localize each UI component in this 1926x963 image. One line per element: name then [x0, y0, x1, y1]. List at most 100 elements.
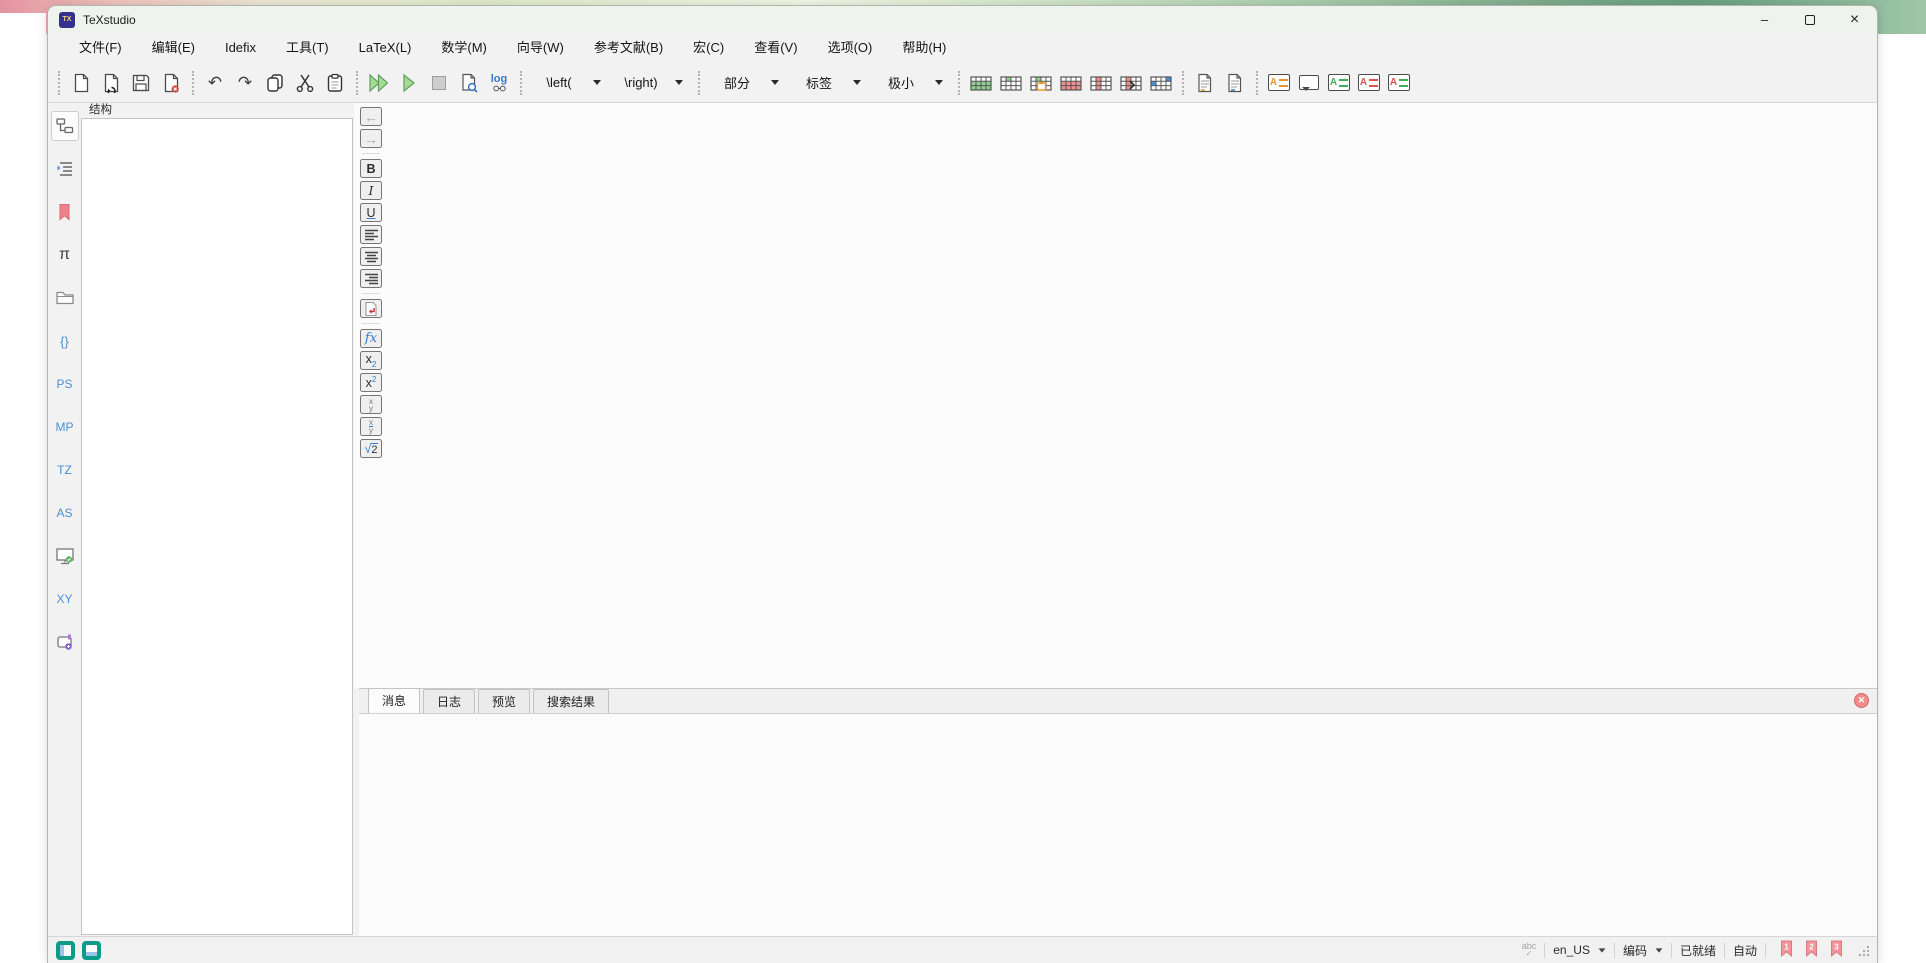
view-button[interactable] — [394, 68, 424, 98]
app-icon: TX — [59, 12, 75, 28]
sidebar-item-metapost[interactable]: MP — [51, 412, 79, 442]
right-delimiter-combo[interactable]: \right) — [610, 70, 692, 95]
sqrt-button[interactable]: √2 — [360, 439, 382, 458]
undo-button[interactable]: ↶ — [200, 68, 230, 98]
bookmark-1-button[interactable]: 1 — [1780, 940, 1793, 960]
spellcheck-toggle[interactable]: abc✓ — [1522, 942, 1537, 958]
new-file-button[interactable] — [66, 68, 96, 98]
editor-area[interactable] — [354, 103, 1877, 688]
math-mode-button[interactable]: fx — [360, 329, 382, 348]
cut-table-column-button[interactable] — [1116, 68, 1146, 98]
bold-button[interactable]: B — [360, 159, 382, 178]
annotate-todo-button[interactable]: A — [1264, 68, 1294, 98]
remove-table-row-button[interactable] — [1056, 68, 1086, 98]
sidebar-item-tikz-editor[interactable] — [51, 627, 79, 657]
maximize-button[interactable] — [1787, 6, 1832, 33]
close-file-icon — [161, 73, 181, 93]
structure-panel[interactable] — [81, 118, 353, 935]
reformat-document-button[interactable] — [1190, 68, 1220, 98]
align-center-button[interactable] — [360, 247, 382, 266]
todo-note-icon: A — [1268, 74, 1290, 91]
menu-item-math[interactable]: 数学(M) — [426, 33, 502, 63]
label-combo[interactable]: 标签 — [788, 70, 870, 95]
close-file-button[interactable] — [156, 68, 186, 98]
cut-button[interactable] — [290, 68, 320, 98]
paste-table-column-button[interactable] — [1026, 68, 1056, 98]
dfrac-button[interactable]: xy — [360, 417, 382, 436]
accept-change-button[interactable]: A — [1324, 68, 1354, 98]
underline-button[interactable]: U — [360, 203, 382, 222]
previous-section-button[interactable]: ← — [360, 107, 382, 126]
insert-newline-button[interactable] — [360, 299, 382, 318]
sidebar-item-brackets[interactable]: {} — [51, 326, 79, 356]
sidebar-item-toc[interactable] — [51, 154, 79, 184]
sidebar-item-asymptote[interactable]: AS — [51, 498, 79, 528]
reformat-selection-button[interactable] — [1220, 68, 1250, 98]
align-left-icon — [364, 229, 379, 241]
sidebar-item-structure[interactable] — [51, 111, 79, 141]
preview-button[interactable] — [454, 68, 484, 98]
menu-item-wizards[interactable]: 向导(W) — [502, 33, 579, 63]
resolve-changes-button[interactable]: A — [1384, 68, 1414, 98]
stop-button[interactable] — [424, 68, 454, 98]
superscript-button[interactable]: x2 — [360, 373, 382, 392]
sidebar-item-math-symbols[interactable]: π — [51, 240, 79, 270]
sidebar-item-tikz[interactable]: TZ — [51, 455, 79, 485]
encoding-selector[interactable]: 编码 — [1623, 942, 1663, 959]
menu-item-latex[interactable]: LaTeX(L) — [344, 33, 427, 63]
toggle-output-panel-button[interactable] — [82, 941, 101, 960]
bookmark-2-button[interactable]: 2 — [1805, 940, 1818, 960]
menu-item-file[interactable]: 文件(F) — [64, 33, 137, 63]
menu-item-tools[interactable]: 工具(T) — [271, 33, 344, 63]
sidebar-item-pstricks[interactable]: PS — [51, 369, 79, 399]
insert-table-button[interactable] — [966, 68, 996, 98]
menu-item-idefix[interactable]: Idefix — [210, 33, 271, 63]
paste-button[interactable] — [320, 68, 350, 98]
bookmark-1-icon: 1 — [1780, 940, 1793, 957]
tab-messages[interactable]: 消息 — [368, 688, 420, 713]
menu-item-options[interactable]: 选项(O) — [813, 33, 888, 63]
add-table-row-button[interactable] — [996, 68, 1026, 98]
minimize-button[interactable]: – — [1742, 6, 1787, 33]
remove-table-column-button[interactable] — [1086, 68, 1116, 98]
view-log-button[interactable]: log — [484, 68, 514, 98]
add-comment-button[interactable] — [1294, 68, 1324, 98]
tab-log[interactable]: 日志 — [423, 689, 475, 713]
font-size-combo[interactable]: 极小 — [870, 70, 952, 95]
align-table-columns-button[interactable] — [1146, 68, 1176, 98]
next-section-button[interactable]: → — [360, 129, 382, 148]
window-title: TeXstudio — [83, 13, 136, 27]
tab-preview[interactable]: 预览 — [478, 689, 530, 713]
sidebar-item-xypic[interactable]: XY — [51, 584, 79, 614]
sidebar-item-beamer[interactable] — [51, 541, 79, 571]
close-button[interactable]: × — [1832, 6, 1877, 33]
align-left-button[interactable] — [360, 225, 382, 244]
language-selector[interactable]: en_US — [1553, 943, 1606, 957]
copy-button[interactable] — [260, 68, 290, 98]
reject-change-button[interactable]: A — [1354, 68, 1384, 98]
resize-grip[interactable] — [1857, 944, 1869, 956]
menu-item-edit[interactable]: 编辑(E) — [137, 33, 210, 63]
save-button[interactable] — [126, 68, 156, 98]
toggle-structure-panel-button[interactable] — [56, 941, 75, 960]
build-and-view-button[interactable] — [364, 68, 394, 98]
section-level-combo[interactable]: 部分 — [706, 70, 788, 95]
sidebar-item-open-files[interactable] — [51, 283, 79, 313]
bookmark-3-icon: 3 — [1830, 940, 1843, 957]
close-panel-button[interactable]: ✕ — [1854, 693, 1869, 708]
sidebar-item-bookmarks[interactable] — [51, 197, 79, 227]
left-delimiter-combo[interactable]: \left( — [528, 70, 610, 95]
menu-item-bibliography[interactable]: 参考文献(B) — [579, 33, 678, 63]
subscript-button[interactable]: x2 — [360, 351, 382, 370]
align-right-button[interactable] — [360, 269, 382, 288]
line-ending-selector[interactable]: 自动 — [1733, 942, 1757, 959]
menu-item-view[interactable]: 查看(V) — [739, 33, 812, 63]
menu-item-help[interactable]: 帮助(H) — [887, 33, 961, 63]
italic-button[interactable]: I — [360, 181, 382, 200]
tab-search-results[interactable]: 搜索结果 — [533, 689, 609, 713]
redo-button[interactable]: ↷ — [230, 68, 260, 98]
bookmark-3-button[interactable]: 3 — [1830, 940, 1843, 960]
menu-item-macros[interactable]: 宏(C) — [678, 33, 739, 63]
frac-button[interactable]: xy — [360, 395, 382, 414]
open-file-button[interactable] — [96, 68, 126, 98]
